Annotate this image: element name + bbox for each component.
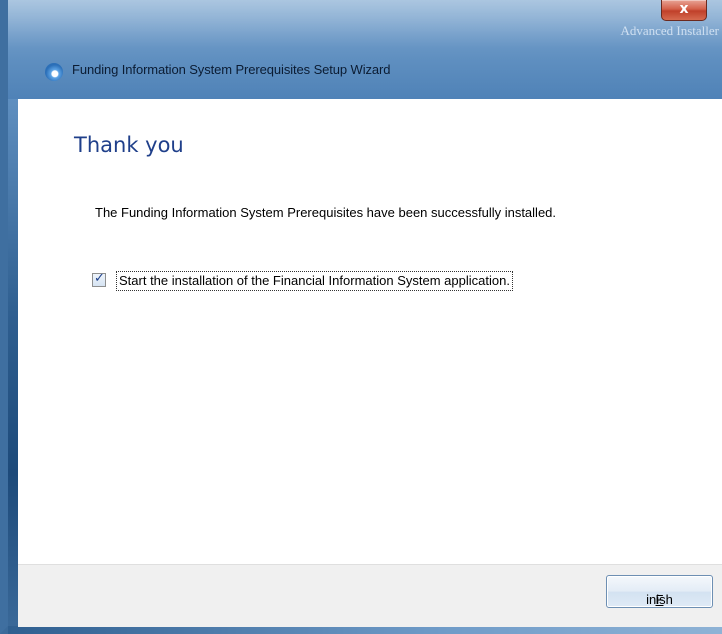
close-icon: x: [679, 1, 689, 17]
wizard-content: Thank you The Funding Information System…: [18, 99, 722, 564]
installer-app-icon: [45, 63, 63, 81]
brand-watermark: Advanced Installer: [620, 23, 719, 38]
title-bar[interactable]: [8, 0, 722, 99]
finish-button[interactable]: Finish: [606, 575, 713, 608]
page-title: Thank you: [74, 133, 184, 157]
success-message: The Funding Information System Prerequis…: [95, 205, 557, 220]
finish-label-rest: inish: [646, 592, 673, 607]
wizard-footer: Finish: [18, 564, 722, 627]
checkmark-icon: ✓: [94, 271, 105, 286]
start-installation-checkbox[interactable]: ✓: [92, 271, 106, 287]
close-button[interactable]: x: [661, 0, 707, 21]
window-border-left: [8, 99, 18, 634]
window-border-bottom: [8, 626, 722, 634]
setup-wizard-window: Funding Information System Prerequisites…: [0, 0, 722, 634]
window-title: Funding Information System Prerequisites…: [72, 62, 391, 77]
start-installation-label[interactable]: Start the installation of the Financial …: [116, 271, 513, 291]
